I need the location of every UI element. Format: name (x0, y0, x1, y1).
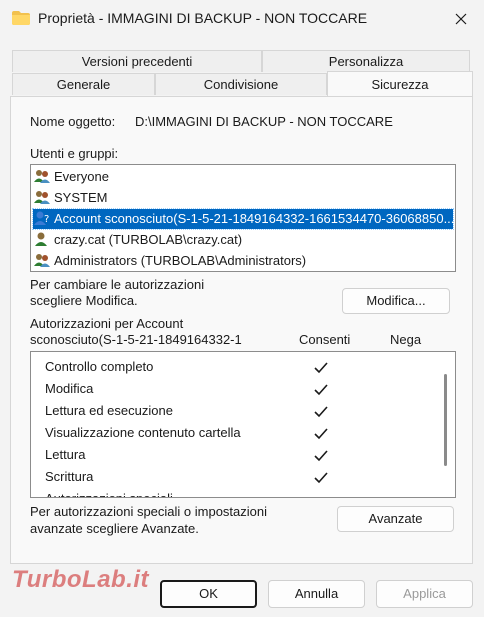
user-item-system[interactable]: SYSTEM (33, 188, 453, 208)
advanced-hint-line2: avanzate scegliere Avanzate. (30, 521, 199, 536)
tab-customize[interactable]: Personalizza (262, 50, 470, 72)
advanced-hint-line1: Per autorizzazioni speciali o impostazio… (30, 504, 268, 519)
unknown-user-icon: ? (33, 210, 51, 226)
permission-row: Lettura (45, 447, 86, 462)
check-icon (314, 406, 328, 418)
svg-text:?: ? (44, 214, 49, 225)
window-title: Proprietà - IMMAGINI DI BACKUP - NON TOC… (38, 10, 368, 26)
cancel-button[interactable]: Annulla (268, 580, 365, 608)
close-button[interactable] (438, 0, 484, 38)
permission-row: Scrittura (45, 469, 94, 484)
user-item-everyone[interactable]: Everyone (33, 167, 453, 187)
permission-row: Visualizzazione contenuto cartella (45, 425, 241, 440)
group-icon (33, 189, 51, 205)
check-icon (314, 384, 328, 396)
permission-row: Controllo completo (45, 359, 154, 374)
user-item-administrators[interactable]: Administrators (TURBOLAB\Administrators) (33, 251, 453, 271)
users-groups-label: Utenti e gruppi: (30, 146, 119, 161)
user-item-label: crazy.cat (TURBOLAB\crazy.cat) (54, 232, 243, 247)
object-name-label: Nome oggetto: (30, 114, 116, 129)
allow-column-header: Consenti (299, 332, 351, 347)
title-bar: Proprietà - IMMAGINI DI BACKUP - NON TOC… (0, 0, 484, 38)
object-name-value: D:\IMMAGINI DI BACKUP - NON TOCCARE (135, 114, 393, 129)
check-icon (314, 450, 328, 462)
tab-security[interactable]: Sicurezza (327, 71, 473, 96)
permission-row: Modifica (45, 381, 94, 396)
user-item-label: SYSTEM (54, 190, 108, 205)
user-item-label: Administrators (TURBOLAB\Administrators) (54, 253, 307, 268)
security-panel: Nome oggetto: D:\IMMAGINI DI BACKUP - NO… (10, 96, 473, 564)
permissions-scrollbar[interactable] (444, 374, 447, 466)
advanced-button[interactable]: Avanzate (337, 506, 454, 532)
close-icon (455, 13, 467, 25)
permission-row: Autorizzazioni speciali (45, 488, 173, 497)
ok-button[interactable]: OK (160, 580, 257, 608)
user-item-unknown-account[interactable]: ? Account sconosciuto(S-1-5-21-184916433… (32, 208, 454, 230)
permissions-title-line2: sconosciuto(S-1-5-21-1849164332-1 (30, 332, 242, 347)
apply-button[interactable]: Applica (376, 580, 473, 608)
user-item-label: Account sconosciuto(S-1-5-21-1849164332-… (54, 211, 453, 226)
deny-column-header: Nega (390, 332, 422, 347)
permission-row: Lettura ed esecuzione (45, 403, 173, 418)
permissions-title-line1: Autorizzazioni per Account (30, 316, 184, 331)
change-hint-line1: Per cambiare le autorizzazioni (30, 277, 205, 292)
tab-sharing[interactable]: Condivisione (155, 73, 327, 95)
group-icon (33, 168, 51, 184)
user-item-label: Everyone (54, 169, 109, 184)
users-listbox[interactable]: Everyone SYSTEM ? Account sconosciuto(S-… (30, 164, 456, 272)
check-icon (314, 472, 328, 484)
change-hint-line2: scegliere Modifica. (30, 293, 138, 308)
permissions-list[interactable]: Controllo completo Modifica Lettura ed e… (30, 351, 456, 498)
tab-previous-versions[interactable]: Versioni precedenti (12, 50, 262, 72)
tab-general[interactable]: Generale (12, 73, 155, 95)
user-item-crazy-cat[interactable]: crazy.cat (TURBOLAB\crazy.cat) (33, 230, 453, 250)
folder-icon (12, 11, 30, 25)
edit-button[interactable]: Modifica... (342, 288, 450, 314)
check-icon (314, 362, 328, 374)
user-icon (33, 231, 51, 247)
group-icon (33, 252, 51, 268)
check-icon (314, 428, 328, 440)
watermark-logo: TurboLab.it (12, 566, 150, 593)
